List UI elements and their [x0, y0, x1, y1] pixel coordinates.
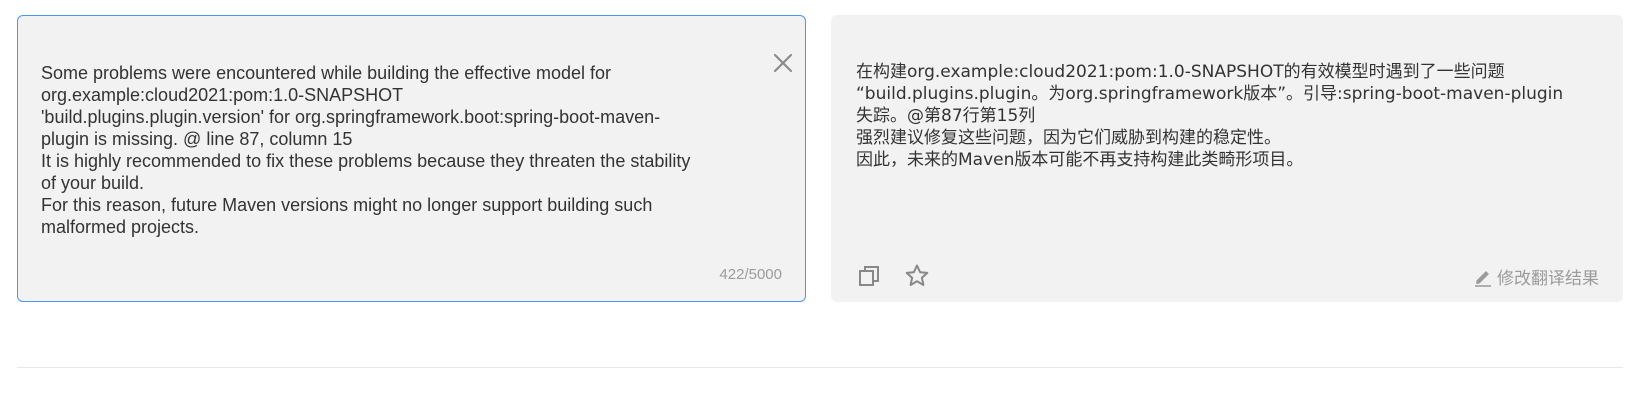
- close-icon: [773, 53, 793, 73]
- pencil-icon: [1475, 270, 1491, 287]
- copy-icon: [859, 266, 879, 286]
- edit-translation-label: 修改翻译结果: [1497, 269, 1599, 289]
- star-icon: [905, 264, 929, 286]
- source-text-input[interactable]: Some problems were encountered while bui…: [41, 62, 746, 238]
- copy-button[interactable]: [856, 263, 882, 289]
- clear-source-button[interactable]: [770, 50, 796, 76]
- character-count: 422/5000: [719, 266, 782, 283]
- source-text-panel[interactable]: Some problems were encountered while bui…: [17, 15, 806, 302]
- section-divider: [17, 367, 1623, 368]
- edit-translation-button[interactable]: 修改翻译结果: [1473, 264, 1599, 289]
- favorite-button[interactable]: [904, 263, 930, 289]
- translation-result-text: 在构建org.example:cloud2021:pom:1.0-SNAPSHO…: [856, 62, 1564, 170]
- translation-result-panel: 在构建org.example:cloud2021:pom:1.0-SNAPSHO…: [831, 15, 1623, 302]
